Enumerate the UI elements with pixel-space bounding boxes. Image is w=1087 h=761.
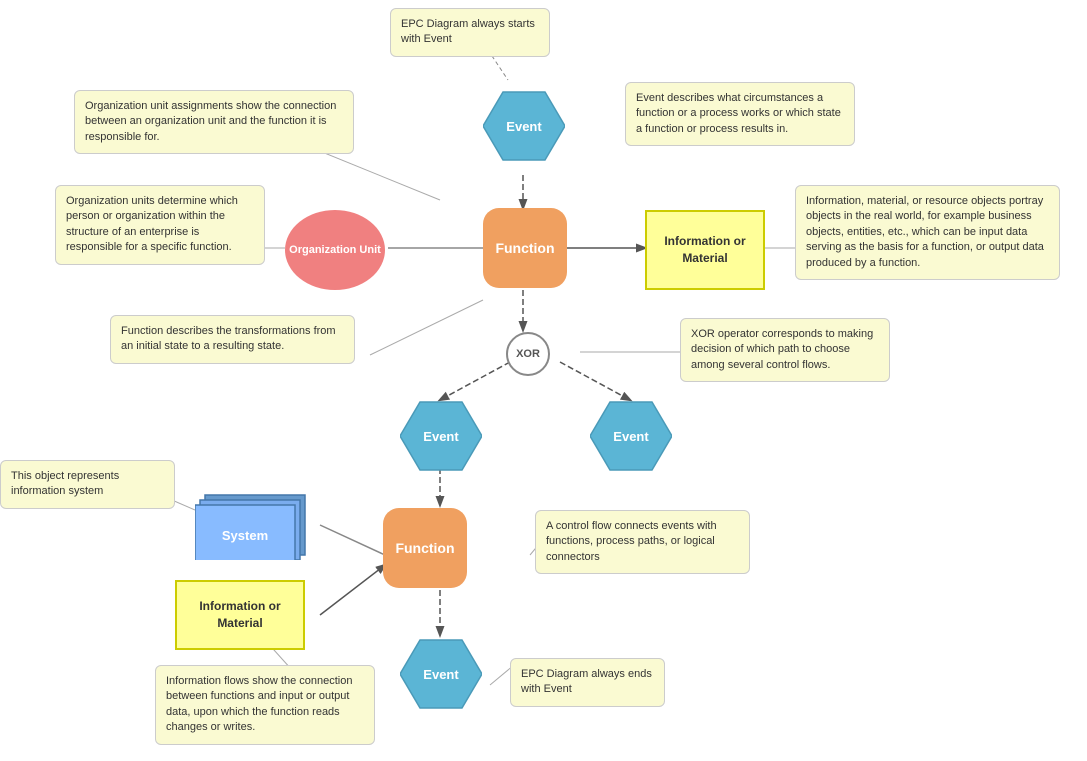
note-org-unit-desc: Organization units determine which perso… — [55, 185, 265, 265]
note-info-flow: Information flows show the connection be… — [155, 665, 375, 745]
note-epc-start: EPC Diagram always starts with Event — [390, 8, 550, 57]
note-xor-desc: XOR operator corresponds to making decis… — [680, 318, 890, 382]
function-1: Function — [483, 208, 567, 288]
xor: XOR — [506, 332, 550, 376]
org-unit: Organization Unit — [285, 210, 385, 290]
info-mat-1: Information or Material — [645, 210, 765, 290]
note-function-desc: Function describes the transformations f… — [110, 315, 355, 364]
event-3: Event — [590, 400, 672, 472]
note-control-flow: A control flow connects events with func… — [535, 510, 750, 574]
note-event-desc: Event describes what circumstances a fun… — [625, 82, 855, 146]
event-4: Event — [400, 638, 482, 710]
event-2: Event — [400, 400, 482, 472]
note-system-desc: This object represents information syste… — [0, 460, 175, 509]
note-epc-end: EPC Diagram always ends with Event — [510, 658, 665, 707]
note-org-unit-conn: Organization unit assignments show the c… — [74, 90, 354, 154]
info-mat-2: Information or Material — [175, 580, 305, 650]
note-info-mat-desc: Information, material, or resource objec… — [795, 185, 1060, 280]
event-1: Event — [483, 90, 565, 162]
svg-text:System: System — [222, 528, 268, 543]
diagram-container: EPC Diagram always starts with Event Eve… — [0, 0, 1087, 761]
system: System — [195, 490, 315, 560]
function-2: Function — [383, 508, 467, 588]
